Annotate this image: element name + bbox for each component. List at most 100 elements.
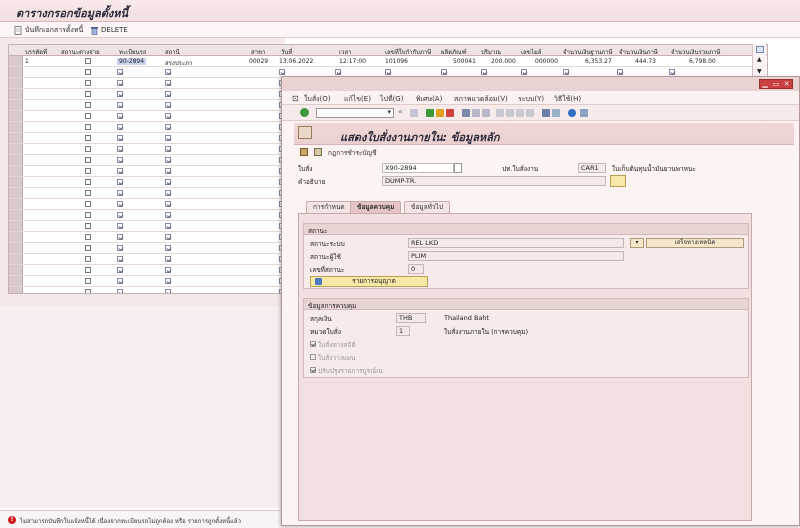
row-selector[interactable] (9, 254, 23, 264)
back-icon[interactable] (426, 109, 434, 117)
editable-cell-icon[interactable] (669, 69, 675, 75)
last-page-icon[interactable] (526, 109, 534, 117)
paid-status-checkbox[interactable] (85, 179, 91, 185)
editable-cell-icon[interactable] (335, 69, 341, 75)
menu-extras[interactable]: พิเศษ(A) (416, 94, 442, 105)
cell-time[interactable]: 12:17:00 (339, 58, 366, 65)
enter-icon[interactable] (300, 108, 309, 117)
row-selector[interactable] (9, 232, 23, 242)
paid-status-checkbox[interactable] (85, 234, 91, 240)
cell-product[interactable]: 500041 (453, 58, 476, 65)
cell-mileage[interactable]: 000000 (535, 58, 558, 65)
menu-icon[interactable]: ⊡ (292, 94, 299, 103)
cell-plate[interactable]: 90-2894 (117, 58, 147, 65)
settlement-icon[interactable] (314, 148, 322, 156)
paid-status-checkbox[interactable] (85, 102, 91, 108)
editable-cell-icon[interactable] (117, 245, 123, 251)
editable-cell-icon[interactable] (563, 69, 569, 75)
paid-status-checkbox[interactable] (85, 212, 91, 218)
editable-cell-icon[interactable] (117, 135, 123, 141)
cell-total-amount[interactable]: 6,798.00 (689, 58, 716, 65)
paid-status-checkbox[interactable] (85, 124, 91, 130)
row-selector[interactable] (9, 243, 23, 253)
print-icon[interactable] (462, 109, 470, 117)
editable-cell-icon[interactable] (165, 91, 171, 97)
editable-cell-icon[interactable] (117, 80, 123, 86)
maximize-icon[interactable]: ▭ (772, 80, 779, 88)
editable-cell-icon[interactable] (117, 91, 123, 97)
editable-cell-icon[interactable] (165, 234, 171, 240)
tab-control-data[interactable]: ข้อมูลควบคุม (350, 201, 402, 213)
paid-status-checkbox[interactable] (85, 157, 91, 163)
editable-cell-icon[interactable] (521, 69, 527, 75)
row-selector[interactable] (9, 67, 23, 77)
find-icon[interactable] (472, 109, 480, 117)
paid-status-checkbox[interactable] (85, 135, 91, 141)
row-selector[interactable] (9, 188, 23, 198)
paid-status-checkbox[interactable] (85, 267, 91, 273)
editable-cell-icon[interactable] (117, 113, 123, 119)
editable-cell-icon[interactable] (117, 201, 123, 207)
integrated-planning-checkbox[interactable] (310, 367, 316, 373)
paid-status-checkbox[interactable] (85, 58, 91, 64)
editable-cell-icon[interactable] (165, 245, 171, 251)
editable-cell-icon[interactable] (279, 69, 285, 75)
row-selector[interactable] (9, 221, 23, 231)
paid-status-checkbox[interactable] (85, 190, 91, 196)
cell-base-amount[interactable]: 6,353.27 (585, 58, 612, 65)
paid-status-checkbox[interactable] (85, 289, 91, 293)
editable-cell-icon[interactable] (441, 69, 447, 75)
editable-cell-icon[interactable] (165, 223, 171, 229)
editable-cell-icon[interactable] (165, 80, 171, 86)
user-status-field[interactable]: PLIM (408, 251, 624, 261)
editable-cell-icon[interactable] (165, 289, 171, 293)
scroll-down-icon[interactable]: ▼ (757, 68, 762, 75)
planning-order-checkbox[interactable] (310, 354, 316, 360)
permit-list-button[interactable]: รายการอนุญาต (310, 276, 428, 287)
find-next-icon[interactable] (482, 109, 490, 117)
layout-icon[interactable] (580, 109, 588, 117)
row-selector[interactable] (9, 287, 23, 293)
scroll-up-icon[interactable]: ▲ (757, 56, 762, 63)
row-selector[interactable] (9, 78, 23, 88)
close-icon[interactable]: ✕ (784, 80, 790, 88)
editable-cell-icon[interactable] (617, 69, 623, 75)
row-selector[interactable] (9, 265, 23, 275)
editable-cell-icon[interactable] (117, 234, 123, 240)
row-selector[interactable] (9, 177, 23, 187)
editable-cell-icon[interactable] (117, 69, 123, 75)
editable-cell-icon[interactable] (117, 289, 123, 293)
editable-cell-icon[interactable] (165, 256, 171, 262)
row-selector[interactable] (9, 144, 23, 154)
editable-cell-icon[interactable] (117, 278, 123, 284)
editable-cell-icon[interactable] (117, 168, 123, 174)
editable-cell-icon[interactable] (165, 179, 171, 185)
delete-button[interactable]: DELETE (90, 24, 128, 36)
editable-cell-icon[interactable] (165, 157, 171, 163)
prev-page-icon[interactable] (506, 109, 514, 117)
back-arrow-icon[interactable]: « (398, 107, 403, 116)
tab-general-data[interactable]: ข้อมูลทั่วไป (404, 201, 450, 213)
editable-cell-icon[interactable] (165, 69, 171, 75)
editable-cell-icon[interactable] (165, 168, 171, 174)
editable-cell-icon[interactable] (165, 190, 171, 196)
paid-status-checkbox[interactable] (85, 256, 91, 262)
editable-cell-icon[interactable] (117, 124, 123, 130)
paid-status-checkbox[interactable] (85, 278, 91, 284)
help-icon[interactable] (568, 109, 576, 117)
save-button[interactable]: บันทึกเอกสารตั้งหนี้ (14, 24, 83, 36)
paid-status-checkbox[interactable] (85, 201, 91, 207)
save-icon[interactable] (410, 109, 418, 117)
grid-settings-icon[interactable] (756, 46, 764, 53)
editable-cell-icon[interactable] (165, 267, 171, 273)
editable-cell-icon[interactable] (165, 135, 171, 141)
row-selector[interactable] (9, 133, 23, 143)
row-selector[interactable] (9, 122, 23, 132)
row-selector[interactable] (9, 111, 23, 121)
editable-cell-icon[interactable] (117, 179, 123, 185)
order-category-field[interactable]: 1 (396, 326, 410, 336)
editable-cell-icon[interactable] (117, 102, 123, 108)
paid-status-checkbox[interactable] (85, 69, 91, 75)
grid-scrollbar[interactable]: ▲ ▼ (752, 44, 766, 78)
paid-status-checkbox[interactable] (85, 91, 91, 97)
